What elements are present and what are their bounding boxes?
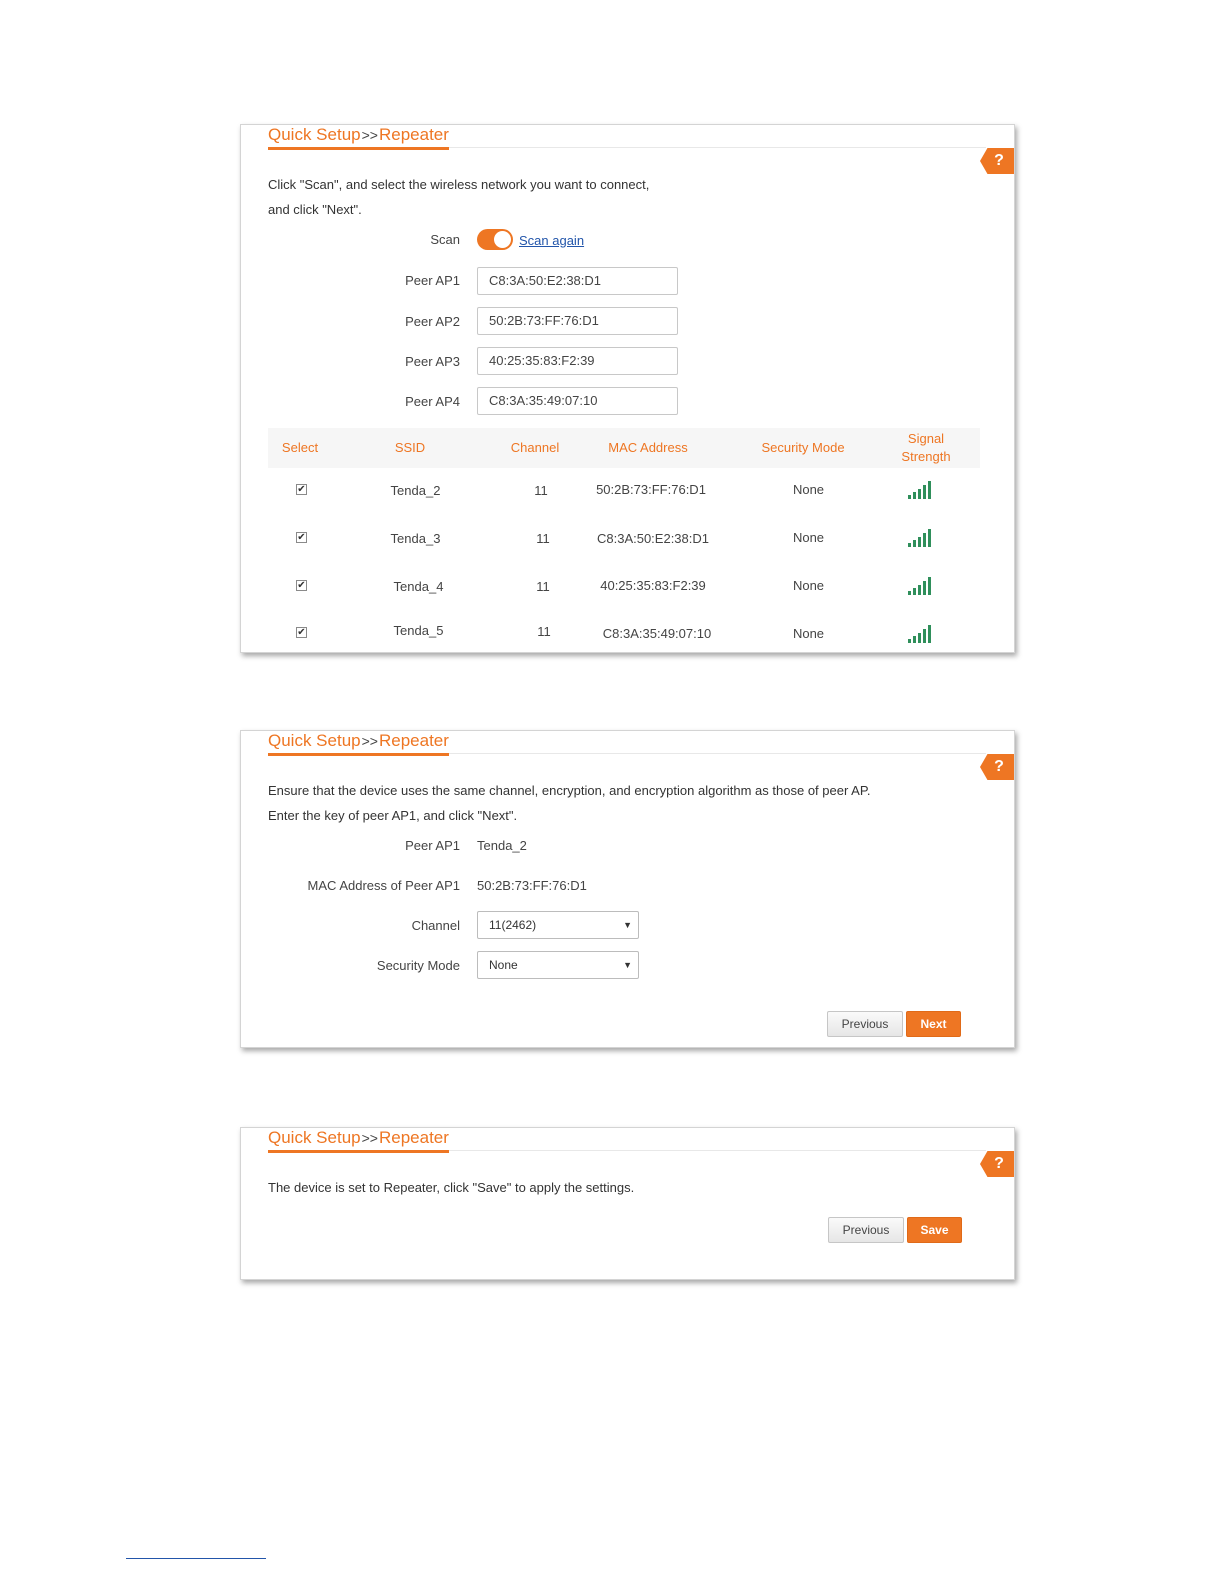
panel-header: Quick Setup>>Repeater	[268, 1128, 986, 1153]
row-security: None	[792, 482, 825, 497]
peer-ap1-label: Peer AP1	[405, 838, 460, 853]
row-channel: 11	[534, 483, 548, 498]
row-checkbox[interactable]: ✔	[296, 627, 307, 638]
row-mac: C8:3A:35:49:07:10	[602, 626, 712, 641]
channel-select[interactable]: 11(2462) ▼	[477, 911, 639, 939]
signal-strength-icon	[908, 529, 932, 547]
panel-header: Quick Setup>>Repeater	[268, 731, 986, 756]
header-security: Security Mode	[761, 440, 845, 455]
row-mac: C8:3A:50:E2:38:D1	[596, 531, 710, 546]
help-icon[interactable]: ?	[980, 754, 1014, 780]
breadcrumb: Quick Setup>>Repeater	[268, 125, 449, 150]
header-signal-line1: Signal	[907, 431, 945, 446]
breadcrumb-current: Repeater	[378, 1128, 449, 1147]
peer-ap1-label: Peer AP1	[405, 273, 460, 288]
breadcrumb-current: Repeater	[378, 731, 449, 750]
save-message: The device is set to Repeater, click "Sa…	[268, 1180, 635, 1195]
peer-ap4-label: Peer AP4	[405, 394, 460, 409]
peer-ap1-input[interactable]: C8:3A:50:E2:38:D1	[477, 267, 678, 295]
chevron-down-icon: ▼	[623, 960, 632, 970]
mac-address-value: 50:2B:73:FF:76:D1	[477, 878, 587, 893]
signal-strength-icon	[908, 625, 932, 643]
save-button[interactable]: Save	[907, 1217, 962, 1243]
peer-ap1-value: Tenda_2	[477, 838, 527, 853]
breadcrumb: Quick Setup>>Repeater	[268, 731, 449, 756]
config-instruction-line1: Ensure that the device uses the same cha…	[268, 783, 871, 798]
row-checkbox[interactable]: ✔	[296, 580, 307, 591]
row-channel: 11	[536, 579, 550, 594]
row-ssid: Tenda_3	[390, 531, 441, 546]
header-ssid: SSID	[394, 440, 426, 455]
security-mode-select[interactable]: None ▼	[477, 951, 639, 979]
chevron-down-icon: ▼	[623, 920, 632, 930]
mac-address-label: MAC Address of Peer AP1	[307, 878, 460, 893]
signal-strength-icon	[908, 481, 932, 499]
row-ssid: Tenda_2	[390, 483, 441, 498]
row-mac: 50:2B:73:FF:76:D1	[596, 482, 706, 497]
scan-instruction-line2: and click "Next".	[268, 202, 362, 217]
row-security: None	[792, 626, 825, 641]
header-select: Select	[281, 440, 319, 455]
scan-toggle[interactable]	[477, 229, 513, 250]
scan-again-link[interactable]: Scan again	[519, 233, 584, 248]
row-channel: 11	[537, 624, 551, 639]
footer-divider	[126, 1558, 266, 1559]
row-mac: 40:25:35:83:F2:39	[600, 578, 706, 593]
previous-button[interactable]: Previous	[827, 1011, 903, 1037]
row-ssid: Tenda_5	[393, 623, 444, 638]
breadcrumb-parent[interactable]: Quick Setup	[268, 731, 361, 750]
peer-ap4-input[interactable]: C8:3A:35:49:07:10	[477, 387, 678, 415]
breadcrumb-separator: >>	[361, 1130, 378, 1146]
row-checkbox[interactable]: ✔	[296, 484, 307, 495]
help-icon[interactable]: ?	[980, 1151, 1014, 1177]
breadcrumb-parent[interactable]: Quick Setup	[268, 125, 361, 144]
row-security: None	[792, 530, 825, 545]
toggle-knob	[494, 231, 511, 248]
config-panel: Quick Setup>>Repeater ? Ensure that the …	[240, 730, 1015, 1048]
breadcrumb-current: Repeater	[378, 125, 449, 144]
header-signal-line2: Strength	[901, 449, 951, 464]
peer-ap3-input[interactable]: 40:25:35:83:F2:39	[477, 347, 678, 375]
signal-strength-icon	[908, 577, 932, 595]
scan-instruction-line1: Click "Scan", and select the wireless ne…	[268, 177, 650, 192]
peer-ap3-label: Peer AP3	[405, 354, 460, 369]
breadcrumb: Quick Setup>>Repeater	[268, 1128, 449, 1153]
network-table-header: Select SSID Channel MAC Address Security…	[268, 428, 980, 468]
save-panel: Quick Setup>>Repeater ? The device is se…	[240, 1127, 1015, 1280]
row-channel: 11	[536, 531, 550, 546]
next-button[interactable]: Next	[906, 1011, 961, 1037]
security-mode-label: Security Mode	[376, 958, 460, 973]
header-signal: Signal Strength	[886, 430, 966, 466]
peer-ap2-label: Peer AP2	[405, 314, 460, 329]
row-security: None	[792, 578, 825, 593]
previous-button[interactable]: Previous	[828, 1217, 904, 1243]
config-instruction-line2: Enter the key of peer AP1, and click "Ne…	[268, 808, 518, 823]
channel-label: Channel	[411, 918, 460, 933]
help-icon[interactable]: ?	[980, 148, 1014, 174]
row-checkbox[interactable]: ✔	[296, 532, 307, 543]
scan-label: Scan	[430, 232, 460, 247]
security-mode-select-value: None	[489, 958, 518, 972]
header-mac: MAC Address	[608, 440, 688, 455]
channel-select-value: 11(2462)	[489, 918, 537, 932]
breadcrumb-separator: >>	[361, 733, 378, 749]
panel-header: Quick Setup>>Repeater	[268, 125, 986, 150]
peer-ap2-input[interactable]: 50:2B:73:FF:76:D1	[477, 307, 678, 335]
breadcrumb-separator: >>	[361, 127, 378, 143]
breadcrumb-parent[interactable]: Quick Setup	[268, 1128, 361, 1147]
scan-panel: Quick Setup>>Repeater ? Click "Scan", an…	[240, 124, 1015, 653]
row-ssid: Tenda_4	[393, 579, 444, 594]
header-channel: Channel	[510, 440, 560, 455]
